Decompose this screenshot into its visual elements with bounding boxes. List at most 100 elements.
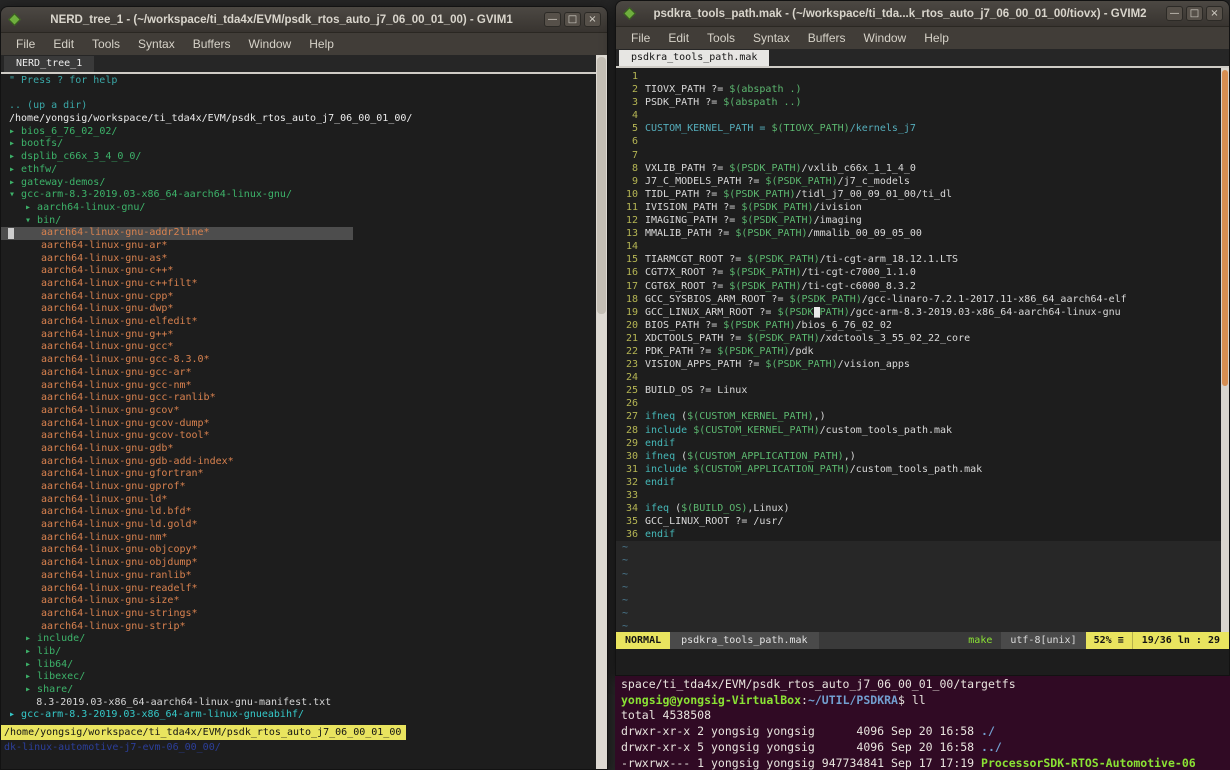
menu-help[interactable]: Help: [300, 35, 343, 53]
tree-item[interactable]: ▸ libexec/: [1, 671, 596, 684]
menu-buffers[interactable]: Buffers: [799, 29, 855, 47]
menu-file[interactable]: File: [622, 29, 659, 47]
tree-item[interactable]: aarch64-linux-gnu-strings*: [1, 608, 596, 621]
tree-item[interactable]: 8.3-2019.03-x86_64-aarch64-linux-gnu-man…: [1, 697, 596, 710]
code-line[interactable]: 1: [616, 70, 1221, 83]
code-line[interactable]: 8VXLIB_PATH ?= $(PSDK_PATH)/vxlib_c66x_1…: [616, 162, 1221, 175]
code-line[interactable]: 32endif: [616, 476, 1221, 489]
collapsed-arrow-icon[interactable]: ▸: [25, 633, 37, 644]
tree-item[interactable]: aarch64-linux-gnu-addr2line*: [1, 227, 596, 240]
collapsed-arrow-icon[interactable]: ▸: [25, 202, 37, 213]
tree-item[interactable]: aarch64-linux-gnu-gdb*: [1, 443, 596, 456]
collapsed-arrow-icon[interactable]: ▸: [9, 126, 21, 137]
tree-item[interactable]: aarch64-linux-gnu-nm*: [1, 532, 596, 545]
gvim1-tab-nerdtree[interactable]: NERD_tree_1: [4, 56, 94, 72]
code-line[interactable]: 7: [616, 149, 1221, 162]
tree-item[interactable]: ▾ gcc-arm-8.3-2019.03-x86_64-aarch64-lin…: [1, 189, 596, 202]
code-line[interactable]: 4: [616, 109, 1221, 122]
terminal-window[interactable]: space/ti_tda4x/EVM/psdk_rtos_auto_j7_06_…: [615, 676, 1230, 770]
collapsed-arrow-icon[interactable]: ▸: [25, 684, 37, 695]
tree-item[interactable]: aarch64-linux-gnu-gcc-8.3.0*: [1, 354, 596, 367]
tree-item[interactable]: ▸ lib/: [1, 646, 596, 659]
menu-edit[interactable]: Edit: [659, 29, 698, 47]
code-line[interactable]: 29endif: [616, 437, 1221, 450]
gvim2-scrollbar[interactable]: [1221, 68, 1229, 632]
tree-item[interactable]: aarch64-linux-gnu-ld.gold*: [1, 519, 596, 532]
code-line[interactable]: 9J7_C_MODELS_PATH ?= $(PSDK_PATH)/j7_c_m…: [616, 175, 1221, 188]
code-line[interactable]: 6: [616, 135, 1221, 148]
menu-tools[interactable]: Tools: [83, 35, 129, 53]
minimize-button[interactable]: —: [544, 12, 561, 27]
code-line[interactable]: 26: [616, 397, 1221, 410]
tree-item[interactable]: aarch64-linux-gnu-gcov-tool*: [1, 430, 596, 443]
code-line[interactable]: 2TIOVX_PATH ?= $(abspath .): [616, 83, 1221, 96]
tree-item[interactable]: aarch64-linux-gnu-gcc*: [1, 341, 596, 354]
menu-window[interactable]: Window: [855, 29, 916, 47]
tree-item[interactable]: aarch64-linux-gnu-c++*: [1, 265, 596, 278]
tree-item[interactable]: ▸ gcc-arm-8.3-2019.03-x86_64-arm-linux-g…: [1, 709, 596, 722]
menu-file[interactable]: File: [7, 35, 44, 53]
gvim1-titlebar[interactable]: NERD_tree_1 - (~/workspace/ti_tda4x/EVM/…: [1, 7, 607, 33]
expanded-arrow-icon[interactable]: ▾: [25, 215, 37, 226]
tree-item[interactable]: aarch64-linux-gnu-gprof*: [1, 481, 596, 494]
tree-item[interactable]: ▸ bios_6_76_02_02/: [1, 126, 596, 139]
expanded-arrow-icon[interactable]: ▾: [9, 189, 21, 200]
menu-window[interactable]: Window: [240, 35, 301, 53]
code-line[interactable]: 30ifneq ($(CUSTOM_APPLICATION_PATH),): [616, 450, 1221, 463]
code-line[interactable]: 11IVISION_PATH ?= $(PSDK_PATH)/ivision: [616, 201, 1221, 214]
tree-item[interactable]: aarch64-linux-gnu-size*: [1, 595, 596, 608]
tree-item[interactable]: aarch64-linux-gnu-c++filt*: [1, 278, 596, 291]
code-line[interactable]: 23VISION_APPS_PATH ?= $(PSDK_PATH)/visio…: [616, 358, 1221, 371]
close-button[interactable]: ×: [1206, 6, 1223, 21]
tree-item[interactable]: aarch64-linux-gnu-gcov*: [1, 405, 596, 418]
gvim1-scrollbar-thumb[interactable]: [597, 57, 606, 314]
gvim2-scrollbar-thumb[interactable]: [1222, 70, 1228, 386]
code-line[interactable]: 13MMALIB_PATH ?= $(PSDK_PATH)/mmalib_00_…: [616, 227, 1221, 240]
collapsed-arrow-icon[interactable]: ▸: [25, 646, 37, 657]
maximize-button[interactable]: □: [1186, 6, 1203, 21]
tree-item[interactable]: aarch64-linux-gnu-gfortran*: [1, 468, 596, 481]
tree-item[interactable]: aarch64-linux-gnu-objdump*: [1, 557, 596, 570]
collapsed-arrow-icon[interactable]: ▸: [9, 151, 21, 162]
code-line[interactable]: 18GCC_SYSBIOS_ARM_ROOT ?= $(PSDK_PATH)/g…: [616, 293, 1221, 306]
code-line[interactable]: 16CGT7X_ROOT ?= $(PSDK_PATH)/ti-cgt-c700…: [616, 266, 1221, 279]
code-line[interactable]: 34ifeq ($(BUILD_OS),Linux): [616, 502, 1221, 515]
gvim1-cmdline[interactable]: dk-linux-automotive-j7-evm-06_00_00/: [1, 740, 607, 756]
code-line[interactable]: 19GCC_LINUX_ARM_ROOT ?= $(PSDK_PATH)/gcc…: [616, 306, 1221, 319]
tree-item[interactable]: ▸ gateway-demos/: [1, 177, 596, 190]
nerdtree-panel[interactable]: " Press ? for help .. (up a dir)/home/yo…: [1, 74, 596, 725]
collapsed-arrow-icon[interactable]: ▸: [9, 177, 21, 188]
gvim2-cmdline[interactable]: [616, 649, 1229, 675]
tree-item[interactable]: aarch64-linux-gnu-as*: [1, 253, 596, 266]
tree-item[interactable]: aarch64-linux-gnu-gcov-dump*: [1, 418, 596, 431]
tree-item[interactable]: aarch64-linux-gnu-g++*: [1, 329, 596, 342]
menu-buffers[interactable]: Buffers: [184, 35, 240, 53]
code-line[interactable]: 5CUSTOM_KERNEL_PATH = $(TIOVX_PATH)/kern…: [616, 122, 1221, 135]
code-line[interactable]: 20BIOS_PATH ?= $(PSDK_PATH)/bios_6_76_02…: [616, 319, 1221, 332]
tree-item[interactable]: aarch64-linux-gnu-readelf*: [1, 583, 596, 596]
code-line[interactable]: 14: [616, 240, 1221, 253]
code-line[interactable]: 35GCC_LINUX_ROOT ?= /usr/: [616, 515, 1221, 528]
code-line[interactable]: 27ifneq ($(CUSTOM_KERNEL_PATH),): [616, 410, 1221, 423]
tree-item[interactable]: /home/yongsig/workspace/ti_tda4x/EVM/psd…: [1, 113, 596, 126]
tree-item[interactable]: ▸ aarch64-linux-gnu/: [1, 202, 596, 215]
tree-item[interactable]: aarch64-linux-gnu-objcopy*: [1, 544, 596, 557]
code-line[interactable]: 31include $(CUSTOM_APPLICATION_PATH)/cus…: [616, 463, 1221, 476]
code-line[interactable]: 10TIDL_PATH ?= $(PSDK_PATH)/tidl_j7_00_0…: [616, 188, 1221, 201]
tree-item[interactable]: aarch64-linux-gnu-ld.bfd*: [1, 506, 596, 519]
menu-syntax[interactable]: Syntax: [129, 35, 184, 53]
menu-help[interactable]: Help: [915, 29, 958, 47]
tree-item[interactable]: ▸ include/: [1, 633, 596, 646]
tree-item[interactable]: ▸ dsplib_c66x_3_4_0_0/: [1, 151, 596, 164]
code-line[interactable]: 3PSDK_PATH ?= $(abspath ..): [616, 96, 1221, 109]
tree-item[interactable]: ▸ lib64/: [1, 659, 596, 672]
menu-edit[interactable]: Edit: [44, 35, 83, 53]
tree-item[interactable]: aarch64-linux-gnu-gdb-add-index*: [1, 456, 596, 469]
tree-item[interactable]: aarch64-linux-gnu-gcc-nm*: [1, 380, 596, 393]
tree-item[interactable]: aarch64-linux-gnu-cpp*: [1, 291, 596, 304]
code-line[interactable]: 21XDCTOOLS_PATH ?= $(PSDK_PATH)/xdctools…: [616, 332, 1221, 345]
menu-syntax[interactable]: Syntax: [744, 29, 799, 47]
tree-item[interactable]: aarch64-linux-gnu-elfedit*: [1, 316, 596, 329]
tree-item[interactable]: aarch64-linux-gnu-gcc-ar*: [1, 367, 596, 380]
code-line[interactable]: 24: [616, 371, 1221, 384]
